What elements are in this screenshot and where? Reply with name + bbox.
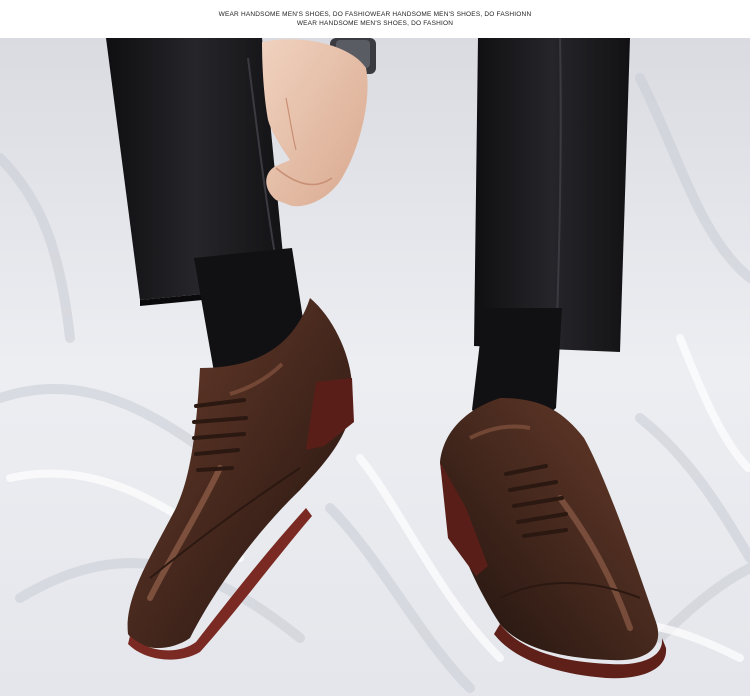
product-photo <box>0 38 750 696</box>
slogan-banner: WEAR HANDSOME MEN'S SHOES, DO FASHIOWEAR… <box>0 0 750 38</box>
right-trouser-leg <box>474 38 630 352</box>
slogan-line-1: WEAR HANDSOME MEN'S SHOES, DO FASHIOWEAR… <box>218 11 532 18</box>
shoes-photo-illustration <box>0 38 750 696</box>
product-page: WEAR HANDSOME MEN'S SHOES, DO FASHIOWEAR… <box>0 0 750 696</box>
slogan-line-2: WEAR HANDSOME MEN'S SHOES, DO FASHION <box>296 20 454 27</box>
